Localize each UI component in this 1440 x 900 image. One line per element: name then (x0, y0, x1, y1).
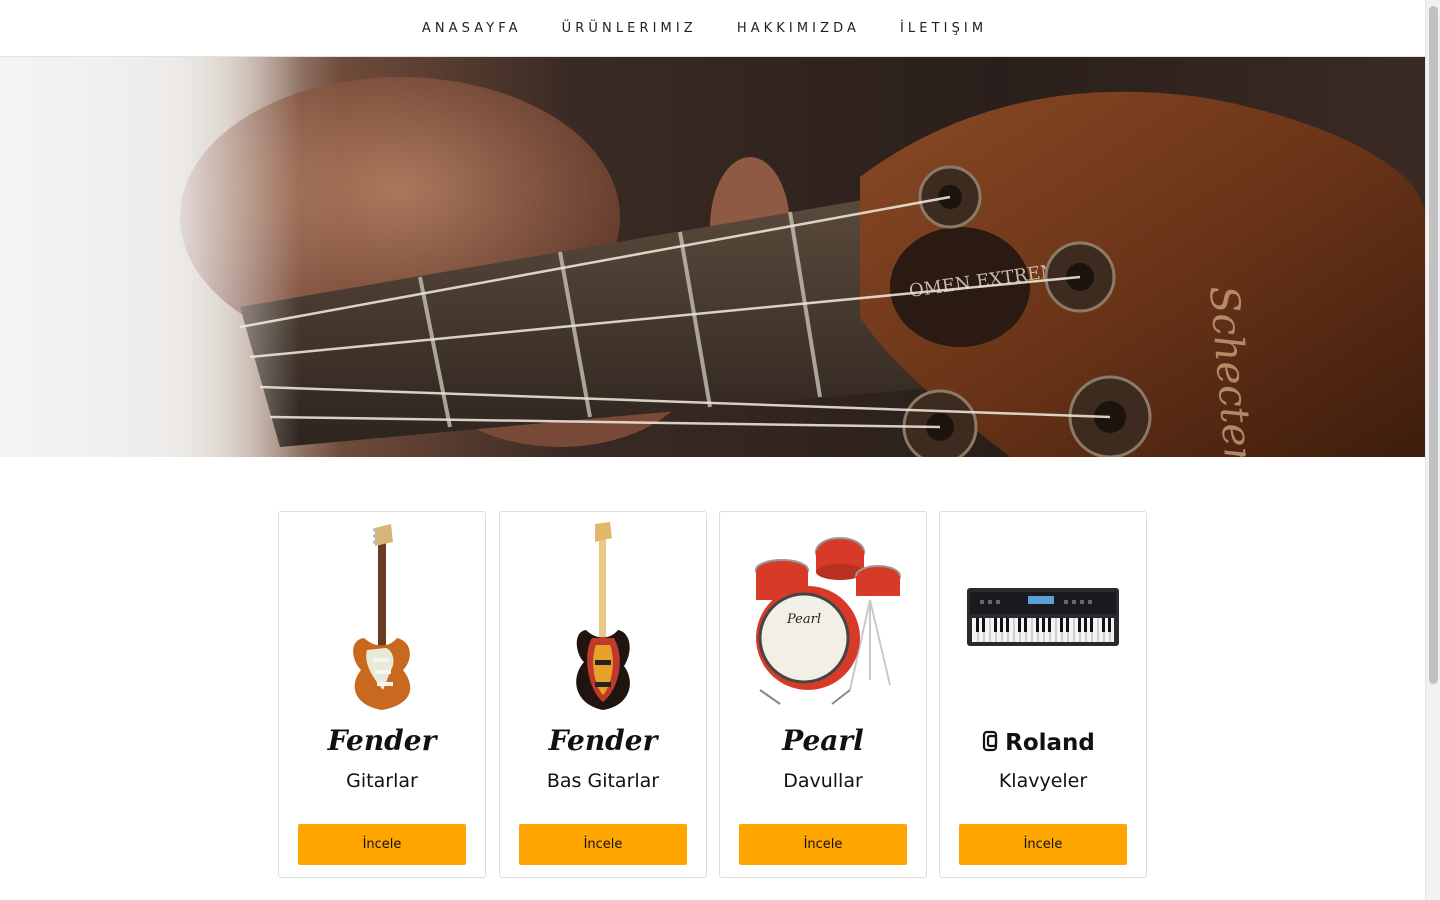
card-title: Bas Gitarlar (546, 770, 660, 792)
fender-logo: Fender (548, 724, 660, 757)
product-card-drums: Pearl Pearl Davullar İncele (719, 511, 927, 878)
inspect-bass-guitars-button[interactable]: İncele (519, 824, 687, 865)
svg-text:Fender: Fender (327, 724, 439, 757)
nav-item-products[interactable]: ÜRÜNLERIMIZ (562, 21, 697, 36)
bass-guitar-image (576, 522, 630, 710)
nav-menu: ANASAYFA ÜRÜNLERIMIZ HAKKIMIZDA İLETIŞIM (422, 21, 987, 36)
product-card-bass-guitars: Fender Bas Gitarlar İncele (499, 511, 707, 878)
hero-guitar-photo: OMEN EXTREME-4 Schecter (0, 57, 1425, 457)
svg-text:Pearl: Pearl (786, 612, 821, 627)
card-title: Klavyeler (998, 770, 1088, 792)
product-card-guitars: Fender Gitarlar İncele (278, 511, 486, 878)
inspect-drums-button[interactable]: İncele (739, 824, 907, 865)
card-title: Gitarlar (346, 770, 418, 792)
svg-text:Pearl: Pearl (781, 724, 864, 757)
roland-logo: Roland (982, 730, 1095, 756)
card-title: Davullar (783, 770, 863, 792)
inspect-guitars-button[interactable]: İncele (298, 824, 466, 865)
fender-logo: Fender (327, 724, 439, 757)
nav-item-about[interactable]: HAKKIMIZDA (737, 21, 860, 36)
hero-banner: OMEN EXTREME-4 Schecter (0, 57, 1425, 457)
scrollbar-thumb[interactable] (1429, 6, 1438, 684)
drum-kit-image: Pearl (755, 537, 901, 705)
svg-text:Fender: Fender (548, 724, 660, 757)
pearl-logo: Pearl (781, 724, 864, 757)
svg-text:Roland: Roland (1005, 730, 1095, 756)
keyboard-image (967, 588, 1119, 646)
vertical-scrollbar[interactable] (1425, 0, 1440, 900)
inspect-keyboards-button[interactable]: İncele (959, 824, 1127, 865)
product-card-keyboards: Roland Klavyeler İncele (939, 511, 1147, 878)
electric-guitar-image (353, 524, 411, 710)
top-navbar: ANASAYFA ÜRÜNLERIMIZ HAKKIMIZDA İLETIŞIM (0, 0, 1425, 57)
product-categories: Fender Gitarlar İncele Fender Bas Gitarl… (278, 511, 1147, 878)
nav-item-home[interactable]: ANASAYFA (422, 21, 522, 36)
nav-item-contact[interactable]: İLETIŞIM (900, 21, 987, 36)
